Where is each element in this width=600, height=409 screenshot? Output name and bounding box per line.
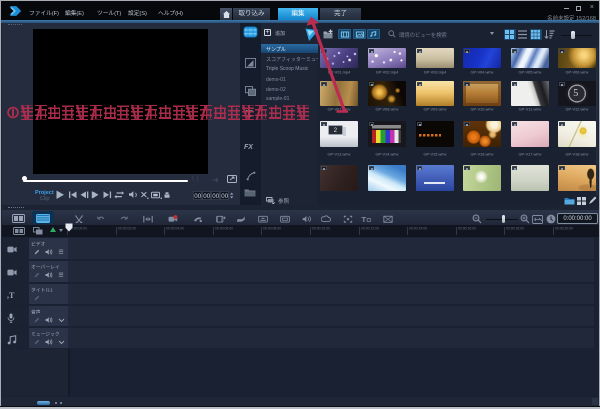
svg-text:00: 00: [221, 193, 228, 200]
svg-text:00: 00: [212, 193, 219, 200]
svg-text:00: 00: [203, 193, 210, 200]
svg-text:00: 00: [194, 193, 201, 200]
svg-text:T: T: [362, 215, 367, 223]
